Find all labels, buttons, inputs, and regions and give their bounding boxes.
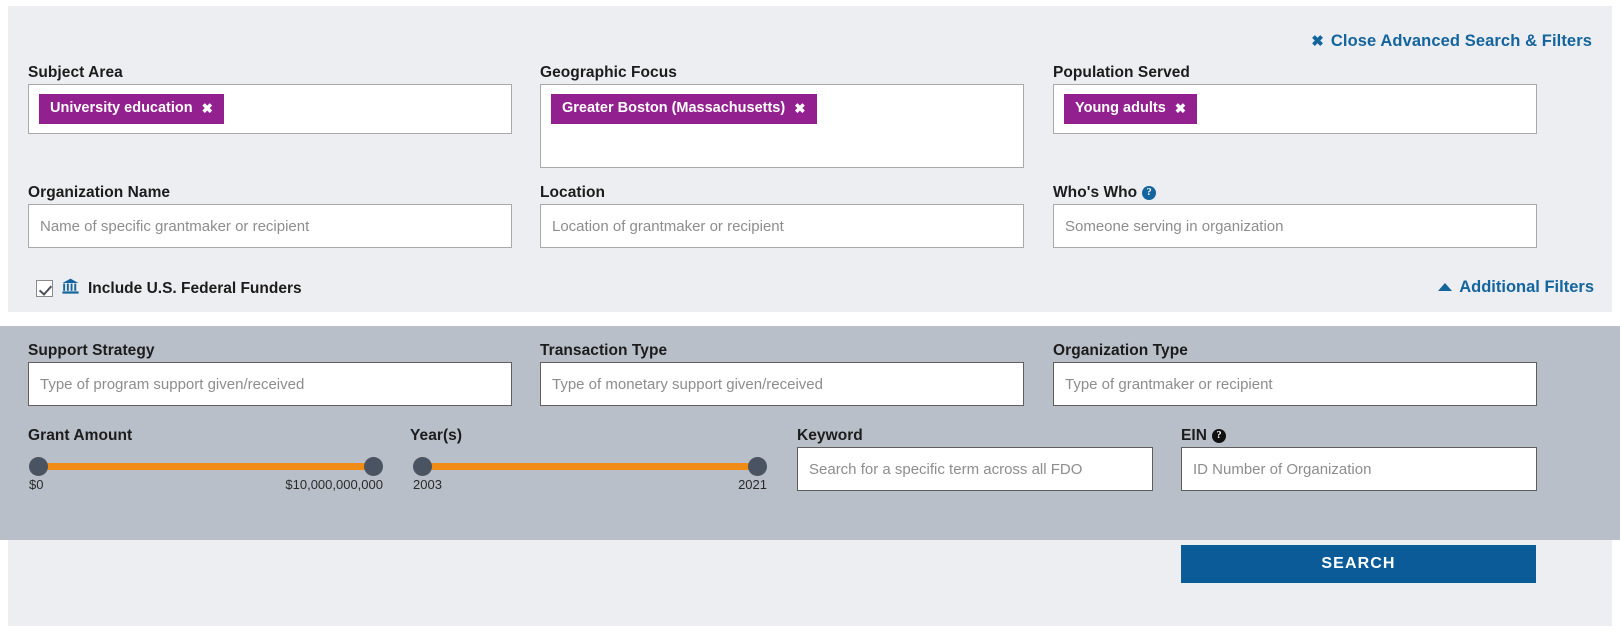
remove-x-icon[interactable]: ✖ [794,101,805,116]
years-range-labels: 2003 2021 [413,477,767,492]
grant-amount-range-labels: $0 $10,000,000,000 [29,477,383,492]
years-max-label: 2021 [738,477,767,492]
support-strategy-label: Support Strategy [28,342,155,359]
caret-up-icon [1438,282,1453,291]
include-federal-funders-checkbox[interactable] [36,280,53,297]
ein-input[interactable] [1181,447,1537,491]
years-max-handle[interactable] [748,457,767,476]
organization-type-label: Organization Type [1053,342,1188,359]
grant-amount-label: Grant Amount [28,427,133,444]
remove-x-icon[interactable]: ✖ [1175,101,1186,116]
grant-amount-min-label: $0 [29,477,44,492]
grant-amount-max-handle[interactable] [364,457,383,476]
chip-label: Young adults [1075,100,1166,116]
advanced-search-filters-panel: ✖ Close Advanced Search & Filters Subjec… [0,0,1620,632]
geographic-focus-chip-field[interactable]: Greater Boston (Massachusetts) ✖ [540,84,1024,168]
keyword-input[interactable] [797,447,1153,491]
close-advanced-search-label: Close Advanced Search & Filters [1330,32,1592,50]
population-served-chip-field[interactable]: Young adults ✖ [1053,84,1537,134]
whos-who-label: Who's Who ? [1053,184,1157,202]
additional-filters-toggle[interactable]: Additional Filters [1438,278,1594,297]
organization-type-input[interactable] [1053,362,1537,406]
chip-subject-area: University education ✖ [39,94,224,124]
help-question-icon[interactable]: ? [1142,186,1157,200]
transaction-type-label: Transaction Type [540,342,668,359]
location-input[interactable] [540,204,1024,248]
chip-population-served: Young adults ✖ [1064,94,1198,124]
years-track[interactable] [422,463,758,470]
population-served-label: Population Served [1053,64,1190,81]
support-strategy-input[interactable] [28,362,512,406]
include-federal-funders-row[interactable]: Include U.S. Federal Funders [36,278,302,299]
close-advanced-search-link[interactable]: ✖ Close Advanced Search & Filters [1311,32,1592,51]
bank-institution-icon [62,278,79,299]
primary-filters-panel: ✖ Close Advanced Search & Filters Subjec… [8,6,1612,312]
close-x-icon: ✖ [1311,33,1324,50]
subject-area-label: Subject Area [28,64,123,81]
remove-x-icon[interactable]: ✖ [202,101,213,116]
geographic-focus-label: Geographic Focus [540,64,677,81]
help-question-icon[interactable]: ? [1212,429,1226,443]
chip-geographic-focus: Greater Boston (Massachusetts) ✖ [551,94,817,124]
search-button[interactable]: SEARCH [1181,545,1536,583]
transaction-type-input[interactable] [540,362,1024,406]
grant-amount-slider[interactable]: $0 $10,000,000,000 [29,457,383,497]
ein-label: EIN ? [1181,427,1226,445]
subject-area-chip-field[interactable]: University education ✖ [28,84,512,134]
years-slider[interactable]: 2003 2021 [413,457,767,497]
organization-name-input[interactable] [28,204,512,248]
keyword-label: Keyword [797,427,863,444]
include-federal-funders-label: Include U.S. Federal Funders [88,279,302,297]
location-label: Location [540,184,605,201]
years-min-label: 2003 [413,477,442,492]
grant-amount-min-handle[interactable] [29,457,48,476]
additional-filters-label: Additional Filters [1459,278,1594,296]
grant-amount-max-label: $10,000,000,000 [285,477,383,492]
whos-who-input[interactable] [1053,204,1537,248]
chip-label: University education [50,100,193,116]
chip-label: Greater Boston (Massachusetts) [562,100,786,116]
years-min-handle[interactable] [413,457,432,476]
additional-filters-panel: Support Strategy Transaction Type Organi… [0,326,1620,540]
years-label: Year(s) [410,427,463,444]
organization-name-label: Organization Name [28,184,171,201]
grant-amount-track[interactable] [38,463,374,470]
